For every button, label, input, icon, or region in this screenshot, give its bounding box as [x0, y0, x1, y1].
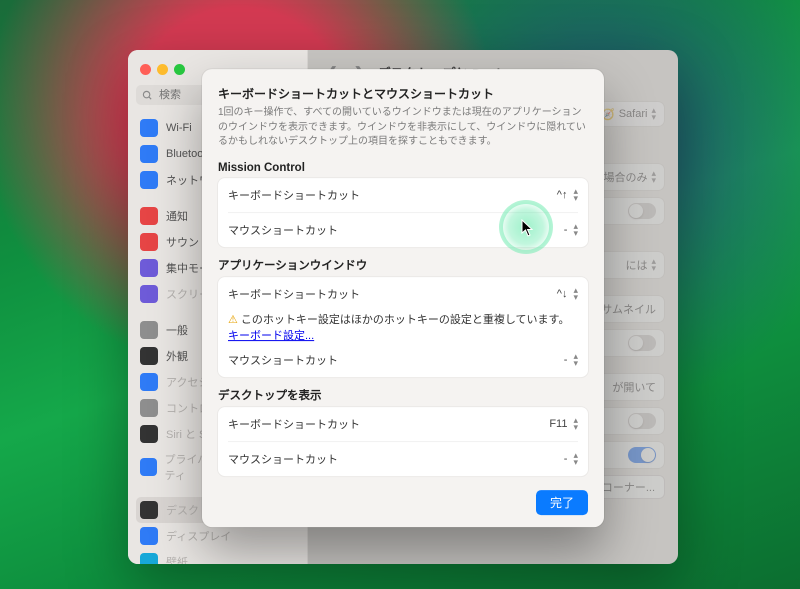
section-title: アプリケーションウインドウ — [218, 257, 588, 273]
shortcuts-sheet: キーボードショートカットとマウスショートカット 1回のキー操作で、すべての開いて… — [202, 69, 604, 526]
zoom-icon[interactable] — [174, 64, 185, 75]
sidebar-icon — [140, 207, 158, 225]
sidebar-icon — [140, 347, 158, 365]
shortcut-row[interactable]: キーボードショートカット ^↓▴▾ — [228, 277, 578, 311]
sidebar-icon — [140, 321, 158, 339]
sidebar-icon — [140, 425, 158, 443]
sidebar-icon — [140, 527, 158, 545]
row-label: マウスショートカット — [228, 352, 338, 368]
row-label: キーボードショートカット — [228, 286, 360, 302]
sidebar-item-label: Wi-Fi — [166, 122, 192, 134]
stepper-icon[interactable]: ▴▾ — [573, 287, 578, 301]
sidebar-icon — [140, 145, 158, 163]
sidebar-icon — [140, 458, 157, 476]
sidebar-icon — [140, 285, 158, 303]
sheet-title: キーボードショートカットとマウスショートカット — [218, 85, 588, 102]
sidebar-icon — [140, 233, 158, 251]
sidebar-icon — [140, 373, 158, 391]
shortcut-row[interactable]: マウスショートカット -▴▾ — [228, 343, 578, 377]
shortcut-row[interactable]: キーボードショートカット ^↑▴▾ — [228, 178, 578, 212]
system-settings-window: Wi-FiBluetoothネットワーク通知サウンド集中モードスクリーンタイム一… — [128, 50, 678, 564]
search-icon — [142, 90, 153, 101]
sidebar-icon — [140, 259, 158, 277]
sidebar-item-14[interactable]: ディスプレイ — [136, 523, 299, 549]
sidebar-item-15[interactable]: 壁紙 — [136, 549, 299, 564]
minimize-icon[interactable] — [157, 64, 168, 75]
shortcut-row[interactable]: マウスショートカット -▴▾ — [228, 212, 578, 247]
row-value[interactable]: F11▴▾ — [549, 417, 578, 431]
row-value[interactable]: -▴▾ — [564, 223, 578, 237]
sidebar-icon — [140, 119, 158, 137]
row-value[interactable]: ^↓▴▾ — [557, 287, 578, 301]
shortcut-row[interactable]: キーボードショートカット F11▴▾ — [228, 407, 578, 441]
row-label: キーボードショートカット — [228, 187, 360, 203]
warning-hint: ⚠︎このホットキー設定はほかのホットキーの設定と重複しています。 キーボード設定… — [228, 314, 569, 342]
section-card: キーボードショートカット ^↓▴▾ ⚠︎このホットキー設定はほかのホットキーの設定と… — [218, 277, 588, 377]
row-label: マウスショートカット — [228, 451, 338, 467]
row-value[interactable]: -▴▾ — [564, 452, 578, 466]
section-title: Mission Control — [218, 162, 588, 174]
section-card: キーボードショートカット ^↑▴▾ マウスショートカット -▴▾ — [218, 178, 588, 247]
section-card: キーボードショートカット F11▴▾ マウスショートカット -▴▾ — [218, 407, 588, 476]
stepper-icon[interactable]: ▴▾ — [573, 188, 578, 202]
row-value[interactable]: ^↑▴▾ — [557, 188, 578, 202]
row-label: マウスショートカット — [228, 222, 338, 238]
sidebar-item-label: 一般 — [166, 322, 188, 338]
sidebar-item-label: ディスプレイ — [166, 528, 231, 544]
sidebar-icon — [140, 171, 158, 189]
stepper-icon[interactable]: ▴▾ — [573, 417, 578, 431]
row-value[interactable]: -▴▾ — [564, 353, 578, 367]
keyboard-settings-link[interactable]: キーボード設定... — [228, 330, 314, 342]
sidebar-icon — [140, 399, 158, 417]
close-icon[interactable] — [140, 64, 151, 75]
stepper-icon[interactable]: ▴▾ — [573, 353, 578, 367]
stepper-icon[interactable]: ▴▾ — [573, 452, 578, 466]
sidebar-item-label: 通知 — [166, 208, 188, 224]
shortcut-row[interactable]: マウスショートカット -▴▾ — [228, 441, 578, 476]
done-button[interactable]: 完了 — [536, 490, 588, 515]
section-title: デスクトップを表示 — [218, 387, 588, 403]
sheet-description: 1回のキー操作で、すべての開いているウインドウまたは現在のアプリケーションのウイ… — [218, 106, 588, 150]
sidebar-item-label: 外観 — [166, 348, 188, 364]
sidebar-icon — [140, 553, 158, 564]
row-label: キーボードショートカット — [228, 416, 360, 432]
sidebar-item-label: 壁紙 — [166, 554, 188, 564]
stepper-icon[interactable]: ▴▾ — [573, 223, 578, 237]
sidebar-icon — [140, 501, 158, 519]
